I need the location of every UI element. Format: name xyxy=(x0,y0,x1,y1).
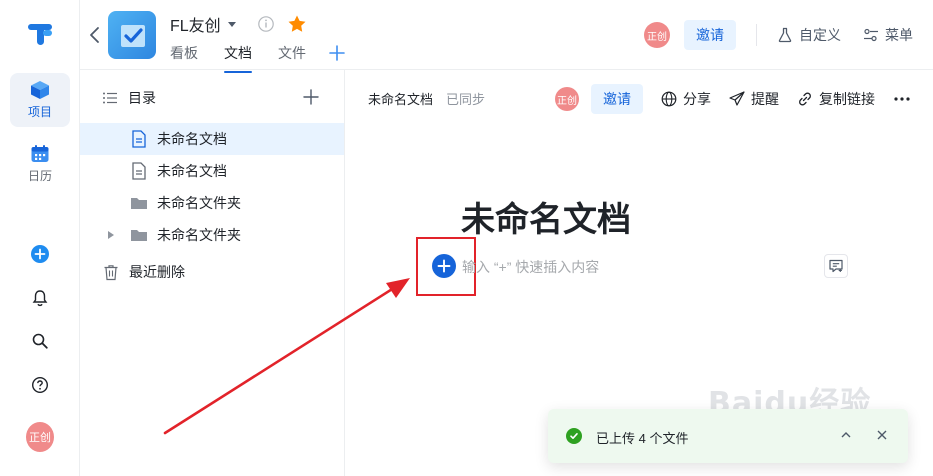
user-avatar-button[interactable]: 正创 xyxy=(26,422,54,452)
avatar: 正创 xyxy=(26,422,54,452)
project-avatar[interactable] xyxy=(108,11,156,59)
help-icon xyxy=(31,376,49,394)
menu-settings-icon xyxy=(864,28,878,42)
menu-label: 菜单 xyxy=(885,27,913,43)
tree-item-label: 未命名文档 xyxy=(157,131,227,147)
tree-item-doc[interactable]: 未命名文档 xyxy=(80,123,344,155)
trash-icon xyxy=(102,263,120,281)
send-icon xyxy=(729,91,745,106)
menu-button[interactable]: 菜单 xyxy=(863,25,913,45)
copy-link-label: 复制链接 xyxy=(819,91,875,107)
plus-circle-icon xyxy=(31,245,49,263)
tree-item-label: 未命名文档 xyxy=(157,163,227,179)
add-tab-icon[interactable] xyxy=(328,44,346,62)
project-tabs: 看板 文档 文件 xyxy=(170,43,346,73)
folder-icon xyxy=(130,226,148,244)
chevron-up-icon[interactable] xyxy=(838,427,854,443)
customize-label: 自定义 xyxy=(799,27,841,43)
doc-actions: 正创 邀请 分享 提醒 复制链接 xyxy=(555,84,911,114)
tree-item-doc[interactable]: 未命名文档 xyxy=(80,155,344,187)
sync-status: 已同步 xyxy=(446,92,486,107)
expand-caret-icon[interactable] xyxy=(106,226,116,244)
divider xyxy=(756,24,757,46)
project-name-label: FL友创 xyxy=(170,18,221,35)
tree-item-label: 未命名文件夹 xyxy=(157,195,241,211)
remind-label: 提醒 xyxy=(751,91,779,107)
app-logo-icon[interactable] xyxy=(26,21,54,47)
plus-icon xyxy=(437,259,451,273)
member-avatar[interactable]: 正创 xyxy=(644,22,670,48)
rail-item-label: 日历 xyxy=(27,169,52,183)
calendar-icon xyxy=(31,145,49,162)
upload-toast: 已上传 4 个文件 xyxy=(548,409,908,463)
list-icon xyxy=(103,92,117,104)
star-icon[interactable] xyxy=(287,14,307,34)
success-check-icon xyxy=(566,428,582,444)
left-rail: 项目 日历 正创 xyxy=(0,0,80,476)
share-label: 分享 xyxy=(683,91,711,107)
doc-breadcrumb-title: 未命名文档 xyxy=(368,92,434,107)
customize-button[interactable]: 自定义 xyxy=(777,25,841,45)
folder-icon xyxy=(130,194,148,212)
remind-button[interactable]: 提醒 xyxy=(729,89,779,109)
tab-board[interactable]: 看板 xyxy=(170,43,198,69)
rail-item-label: 项目 xyxy=(27,105,52,119)
link-icon xyxy=(799,92,811,106)
editor-placeholder[interactable]: 输入 “+” 快速插入内容 xyxy=(462,257,599,277)
insert-block-button[interactable] xyxy=(432,254,456,278)
tab-docs[interactable]: 文档 xyxy=(224,43,252,73)
search-icon xyxy=(32,333,48,349)
close-icon[interactable] xyxy=(874,427,890,443)
doc-tree-sidebar: 目录 未命名文档 未命名文档 未命名文件夹 未命名文件夹 最近删除 xyxy=(80,70,345,476)
tree-item-label: 未命名文件夹 xyxy=(157,227,241,243)
rail-item-project[interactable]: 项目 xyxy=(10,73,70,127)
tree-item-folder[interactable]: 未命名文件夹 xyxy=(80,219,344,251)
globe-icon xyxy=(661,91,677,107)
bell-icon xyxy=(32,290,48,307)
collaborator-avatar[interactable]: 正创 xyxy=(555,87,579,111)
doc-title[interactable]: 未命名文档 xyxy=(461,192,631,241)
app-window: 项目 日历 正创 FL友创 看板 文档 文件 正创 邀请 自定义 菜单 目录 未… xyxy=(0,0,933,476)
toast-message: 已上传 4 个文件 xyxy=(596,431,689,446)
help-button[interactable] xyxy=(26,371,54,399)
copy-link-button[interactable]: 复制链接 xyxy=(797,89,875,109)
tree-header: 目录 xyxy=(102,88,156,108)
share-button[interactable]: 分享 xyxy=(661,89,711,109)
back-chevron-icon[interactable] xyxy=(88,26,102,44)
more-icon[interactable] xyxy=(893,96,911,102)
comment-button[interactable] xyxy=(824,254,848,278)
document-icon xyxy=(130,162,148,180)
tree-item-label: 最近删除 xyxy=(129,264,185,280)
invite-button[interactable]: 邀请 xyxy=(684,20,736,50)
project-cube-icon xyxy=(31,81,49,99)
caret-down-icon[interactable] xyxy=(227,19,237,29)
comment-icon xyxy=(829,259,843,273)
project-name[interactable]: FL友创 xyxy=(170,12,307,36)
project-header: FL友创 看板 文档 文件 正创 邀请 自定义 菜单 xyxy=(80,0,933,73)
tree-item-folder[interactable]: 未命名文件夹 xyxy=(80,187,344,219)
header-actions: 正创 邀请 自定义 菜单 xyxy=(644,20,913,50)
create-new-button[interactable] xyxy=(26,240,54,268)
flask-icon xyxy=(778,27,792,43)
project-check-icon xyxy=(121,25,145,47)
doc-invite-button[interactable]: 邀请 xyxy=(591,84,643,114)
document-icon xyxy=(130,130,148,148)
tab-files[interactable]: 文件 xyxy=(278,43,306,69)
rail-item-calendar[interactable]: 日历 xyxy=(10,137,70,191)
tree-heading: 目录 xyxy=(128,90,156,106)
search-button[interactable] xyxy=(26,327,54,355)
info-icon[interactable] xyxy=(257,15,275,33)
doc-toolbar: 未命名文档 已同步 正创 邀请 分享 提醒 复制链接 xyxy=(346,70,933,122)
recently-deleted[interactable]: 最近删除 xyxy=(80,256,344,288)
add-doc-icon[interactable] xyxy=(302,88,320,106)
notifications-button[interactable] xyxy=(26,284,54,312)
